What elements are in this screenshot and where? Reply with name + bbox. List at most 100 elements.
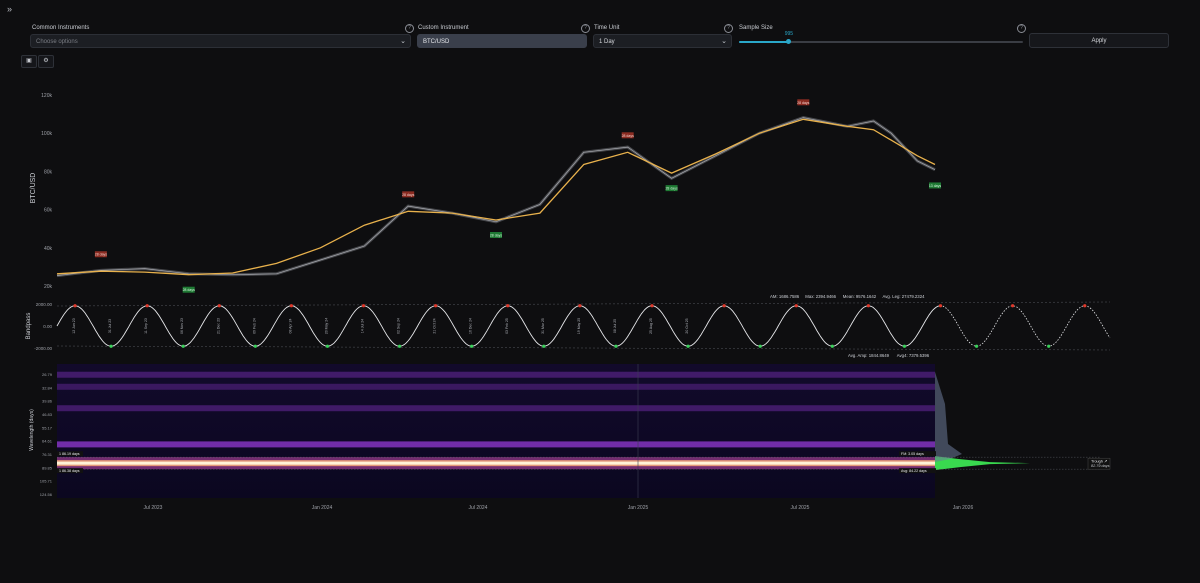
x-tick-label: Jan 2025 bbox=[628, 505, 649, 511]
cycle-chart: BTC/USD 120k 100k 80k 60k 40k 20k 28 days 28 d… bbox=[26, 93, 1111, 511]
trough-label: 28 days bbox=[490, 234, 503, 238]
price-y-tick: 100k bbox=[41, 131, 52, 137]
heatmap-right-label: Avg: 84.22 days bbox=[901, 469, 927, 473]
trough-label: 28 days bbox=[183, 288, 196, 292]
heatmap-marker-label: 1 86.38 days bbox=[59, 469, 80, 473]
heatmap-band bbox=[57, 441, 935, 448]
bandpass-date-label: 16 Dec 24 bbox=[469, 318, 473, 334]
bandpass-date-label: 25 Aug 25 bbox=[649, 318, 653, 334]
bandpass-peak-dot bbox=[289, 304, 294, 308]
peak-label: 28 days bbox=[95, 253, 108, 257]
bandpass-peak-dot bbox=[145, 304, 149, 308]
bandpass-peak-dot bbox=[361, 304, 366, 308]
heatmap-y-tick: 76.31 bbox=[42, 452, 53, 457]
heatmap-ylabel: Wavelength (days) bbox=[29, 409, 35, 451]
bandpass-envelope-bottom bbox=[56, 345, 1111, 351]
bandpass-legend-item: Mean: 9576.1642 bbox=[843, 294, 877, 299]
heatmap-band bbox=[57, 371, 935, 378]
price-ylabel: BTC/USD bbox=[30, 173, 37, 204]
heatmap-y-tick: 105.71 bbox=[40, 479, 53, 484]
x-tick-label: Jul 2025 bbox=[791, 505, 810, 511]
x-tick-label: Jul 2024 bbox=[469, 505, 488, 511]
heatmap-y-tick: 32.84 bbox=[42, 385, 53, 390]
trend-line bbox=[56, 118, 936, 276]
x-tick-label: Jan 2026 bbox=[953, 505, 974, 511]
bandpass-legend-item: Avg. Leg: 27479.2324 bbox=[883, 294, 926, 299]
bandpass-date-label: 08 Apr 24 bbox=[288, 318, 292, 333]
trough-label: 28 days bbox=[665, 187, 678, 191]
last-trough-label: 13 days bbox=[929, 184, 942, 188]
bandpass-date-label: 21 Oct 24 bbox=[433, 318, 437, 333]
heatmap-right-label: FM: 3.05 days bbox=[901, 452, 924, 456]
heatmap-y-tick: 89.85 bbox=[42, 465, 53, 470]
x-tick-label: Jan 2024 bbox=[312, 505, 333, 511]
peak-label: 28 days bbox=[402, 193, 415, 197]
bandpass-date-label: 08 Jul 25 bbox=[613, 319, 617, 333]
bandpass-peak-dot bbox=[650, 304, 654, 308]
bandpass-trough-dot bbox=[902, 344, 907, 348]
bandpass-date-label: 02 Sep 24 bbox=[397, 318, 401, 334]
price-line-band bbox=[56, 116, 936, 278]
bandpass-date-label: 09 Feb 24 bbox=[252, 318, 256, 334]
bandpass-trough-dot bbox=[470, 344, 474, 348]
bandpass-date-label: 31 Mar 25 bbox=[541, 318, 545, 334]
heatmap-y-tick: 39.86 bbox=[42, 399, 53, 404]
peak-label: 28 days bbox=[797, 101, 810, 105]
bandpass-peak-dot bbox=[506, 304, 510, 308]
bandpass-legend-item: Avg4: 7379.5396 bbox=[897, 353, 930, 358]
x-axis: Jul 2023 Jan 2024 Jul 2024 Jan 2025 Jul 2025… bbox=[144, 505, 974, 511]
bandpass-trough-dot bbox=[181, 344, 185, 348]
heatmap-y-tick: 46.83 bbox=[42, 412, 53, 417]
bandpass-ylabel: Bandpass bbox=[26, 313, 32, 340]
heatmap-y-tick: 64.61 bbox=[42, 439, 53, 444]
bandpass-legend: AM: 1686.7586 Max: 2394.9466 Mean: 9576.16… bbox=[770, 294, 930, 358]
trough-box-title: Trough ↗ bbox=[1091, 460, 1107, 464]
price-y-axis: 120k 100k 80k 60k 40k 20k bbox=[41, 93, 52, 290]
price-y-tick: 120k bbox=[41, 93, 52, 99]
bandpass-date-label: 03 Feb 25 bbox=[505, 318, 509, 334]
bandpass-line bbox=[56, 305, 942, 347]
bandpass-peak-dot bbox=[866, 304, 870, 308]
bandpass-series: 12 Jun 23 31 Jul 23 11 Sep 23 06 Nov 23 21 D… bbox=[56, 301, 1111, 351]
bandpass-date-label: 20 Oct 25 bbox=[685, 318, 689, 333]
price-y-tick: 80k bbox=[44, 169, 53, 175]
price-y-tick: 20k bbox=[44, 284, 53, 290]
bandpass-date-label: 19 May 25 bbox=[577, 318, 581, 334]
bandpass-peak-dot bbox=[1011, 304, 1015, 308]
bandpass-peak-dot bbox=[73, 304, 77, 308]
heatmap-band-hot bbox=[57, 461, 935, 465]
wavelength-histogram bbox=[935, 372, 962, 462]
bandpass-trough-dot bbox=[325, 344, 330, 348]
bandpass-legend-item: Avg. Amp: 1844.8649 bbox=[848, 353, 890, 358]
trough-box-value: 82.79 days bbox=[1091, 464, 1110, 468]
bandpass-trough-dot bbox=[253, 344, 257, 348]
price-y-tick: 60k bbox=[44, 208, 53, 214]
bandpass-trough-dot bbox=[974, 344, 979, 348]
bandpass-date-label: 20 May 24 bbox=[324, 318, 328, 334]
bandpass-trough-dot bbox=[542, 344, 546, 348]
bandpass-trough-dot bbox=[686, 344, 690, 348]
bandpass-peak-dot bbox=[434, 304, 438, 308]
price-y-tick: 40k bbox=[44, 246, 53, 252]
bandpass-date-label: 11 Sep 23 bbox=[144, 318, 148, 334]
bandpass-y-tick: 2000.00 bbox=[36, 302, 53, 307]
bandpass-date-label: 06 Nov 23 bbox=[180, 318, 184, 334]
bandpass-peak-dot bbox=[1083, 304, 1087, 308]
bandpass-peak-dot bbox=[722, 304, 726, 308]
heatmap-marker-label: 1 86.19 days bbox=[59, 452, 80, 456]
peak-label: 28 days bbox=[622, 134, 635, 138]
bandpass-y-tick: -2000.00 bbox=[34, 346, 52, 351]
heatmap-y-tick: 26.79 bbox=[42, 372, 53, 377]
bandpass-trough-dot bbox=[758, 344, 762, 348]
heatmap-band bbox=[57, 383, 935, 390]
bandpass-envelope-top bbox=[56, 301, 1111, 307]
bandpass-trough-dot bbox=[1047, 344, 1051, 348]
bandpass-y-tick: 0.00 bbox=[43, 324, 52, 329]
bandpass-date-label: 31 Jul 23 bbox=[108, 319, 112, 333]
bandpass-peak-dot bbox=[578, 304, 582, 308]
x-tick-label: Jul 2023 bbox=[144, 505, 163, 511]
bandpass-peak-dot bbox=[217, 304, 221, 308]
bandpass-peak-dot bbox=[794, 304, 798, 308]
price-line bbox=[56, 117, 936, 276]
bandpass-trough-dot bbox=[614, 344, 618, 348]
